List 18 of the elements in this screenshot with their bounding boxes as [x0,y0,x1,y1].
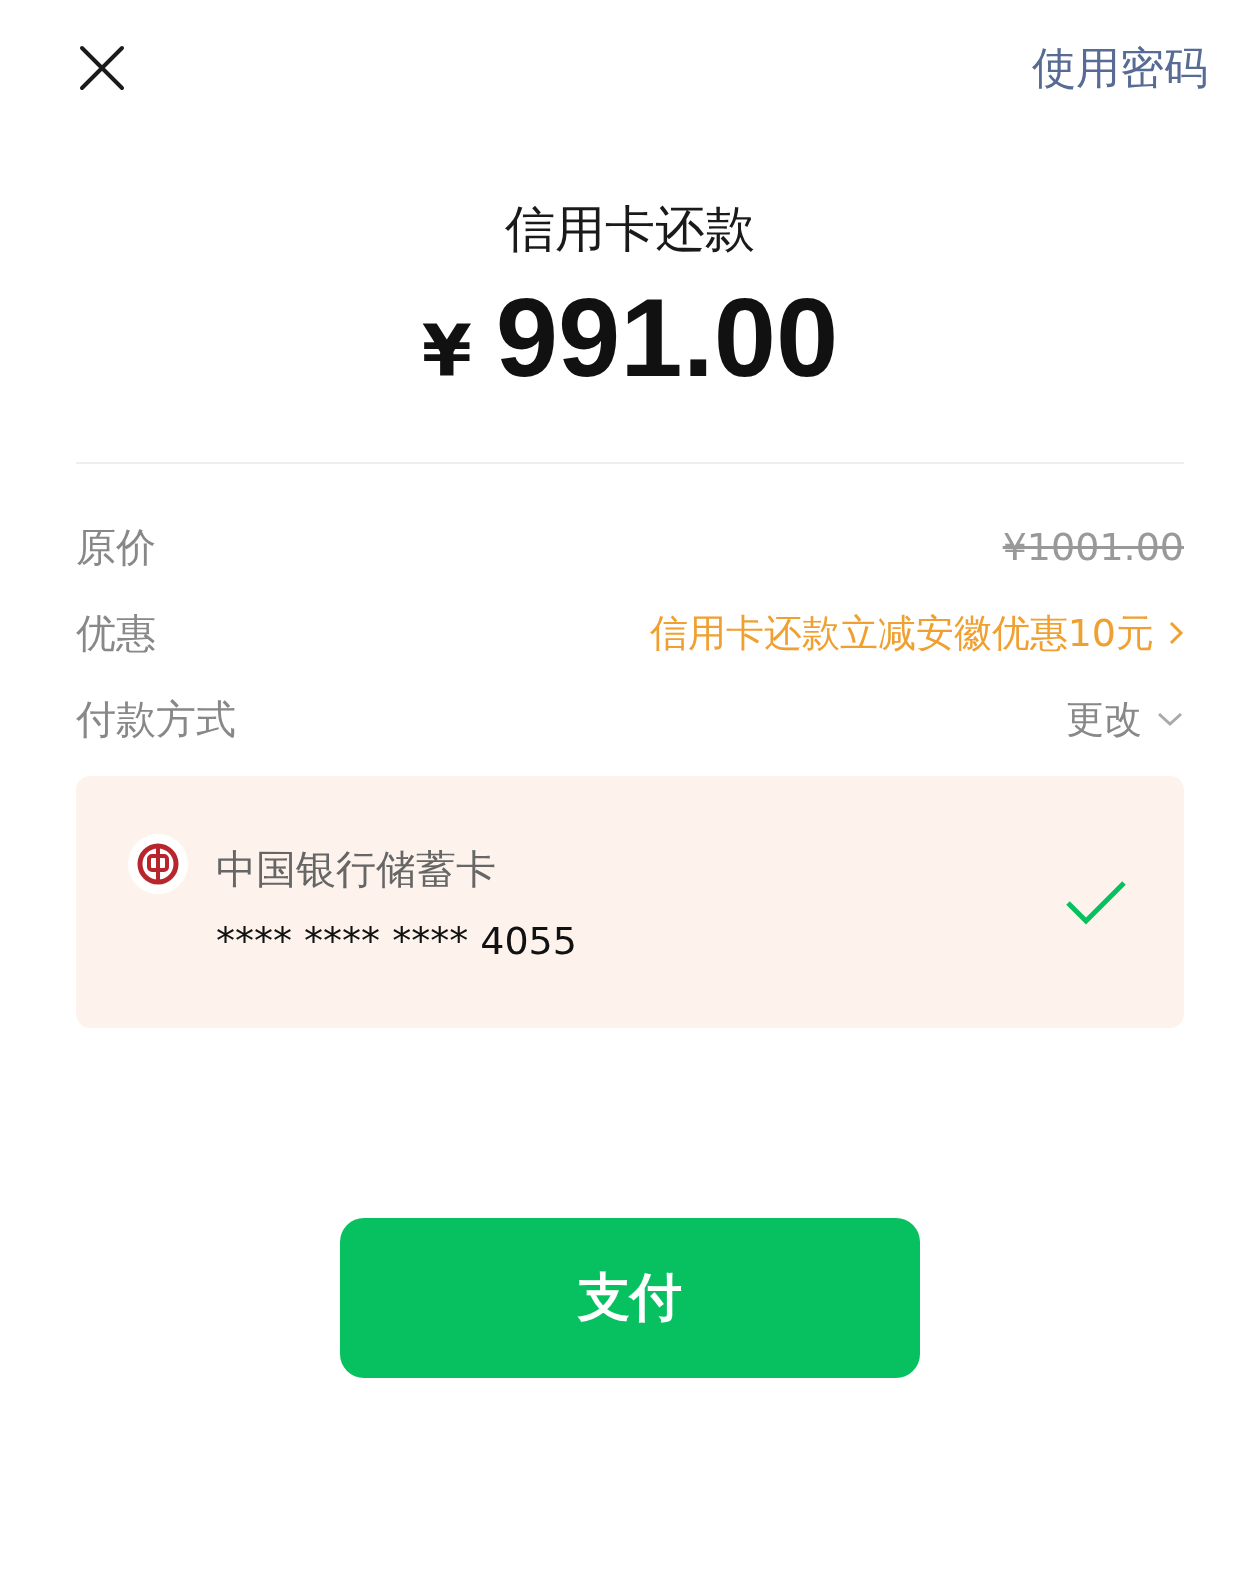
chevron-down-icon [1156,710,1184,728]
row-label: 付款方式 [76,694,236,744]
change-method-link[interactable]: 更改 [1066,693,1184,745]
row-label: 原价 [76,522,156,572]
card-name: 中国银行储蓄卡 [216,844,497,894]
pay-button[interactable]: 支付 [340,1218,920,1378]
original-price: ¥1001.00 [1002,525,1184,569]
currency-symbol: ¥ [421,309,472,393]
use-password-link[interactable]: 使用密码 [1032,38,1208,98]
discount-link[interactable]: 信用卡还款立减安徽优惠10元 [649,607,1184,659]
chevron-right-icon [1168,619,1184,647]
payment-card[interactable]: 中国银行储蓄卡 **** **** **** 4055 [76,776,1184,1028]
payment-title: 信用卡还款 [504,199,756,260]
amount-value: 991.00 [495,274,839,402]
close-button[interactable] [78,44,126,92]
close-icon [78,44,126,92]
card-number: **** **** **** 4055 [216,918,578,963]
row-label: 优惠 [76,608,156,658]
